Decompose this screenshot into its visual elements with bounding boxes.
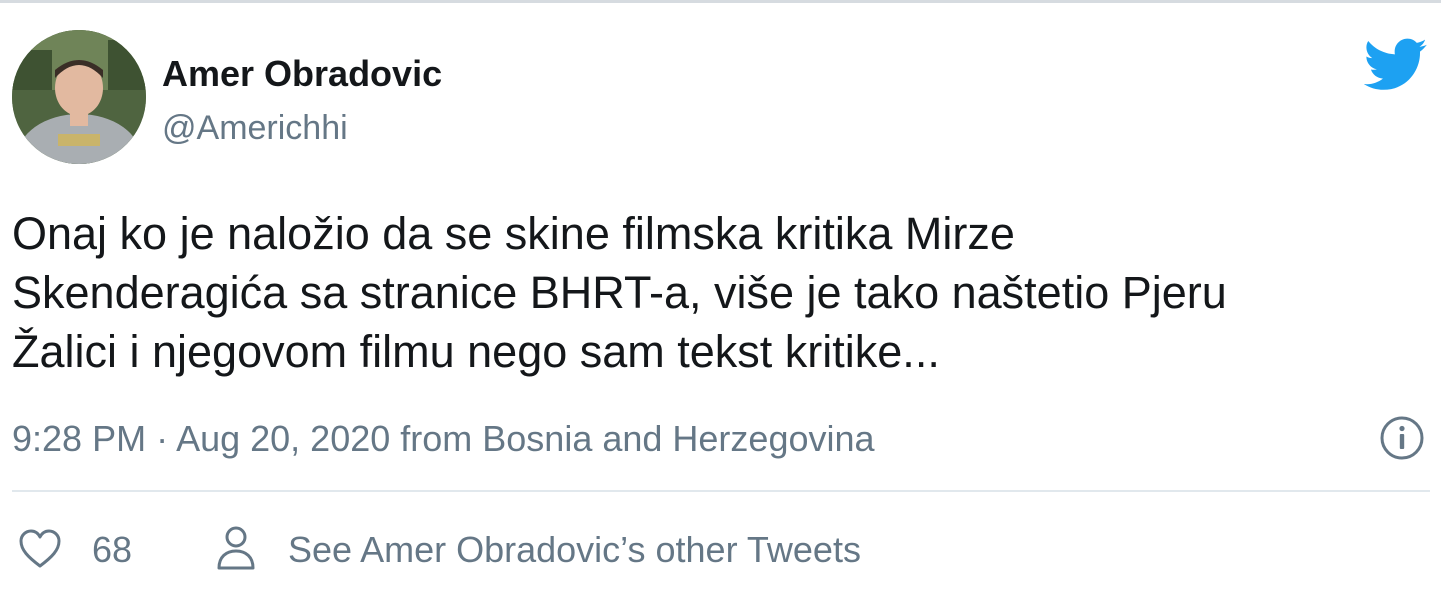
author-handle[interactable]: @Americhhi [162, 106, 348, 150]
author-display-name[interactable]: Amer Obradovic [162, 52, 442, 96]
info-icon[interactable] [1378, 414, 1426, 462]
like-count[interactable]: 68 [92, 528, 132, 572]
tweet-timestamp-location[interactable]: 9:28 PM · Aug 20, 2020 from Bosnia and H… [12, 416, 875, 462]
heart-icon[interactable] [18, 528, 62, 570]
tweet-text-line: Onaj ko je naložio da se skine filmska k… [12, 208, 1015, 259]
avatar-photo [12, 30, 146, 164]
tweet-text: Onaj ko je naložio da se skine filmska k… [12, 204, 1422, 381]
tweet-text-line: Žalici i njegovom filmu nego sam tekst k… [12, 326, 940, 377]
tweet-text-line: Skenderagića sa stranice BHRT-a, više je… [12, 267, 1227, 318]
avatar[interactable] [12, 30, 146, 164]
top-border [0, 0, 1441, 3]
divider [12, 490, 1430, 492]
twitter-bird-icon[interactable] [1363, 38, 1428, 92]
person-icon[interactable] [216, 524, 256, 572]
see-other-tweets-link[interactable]: See Amer Obradovic’s other Tweets [288, 528, 861, 572]
